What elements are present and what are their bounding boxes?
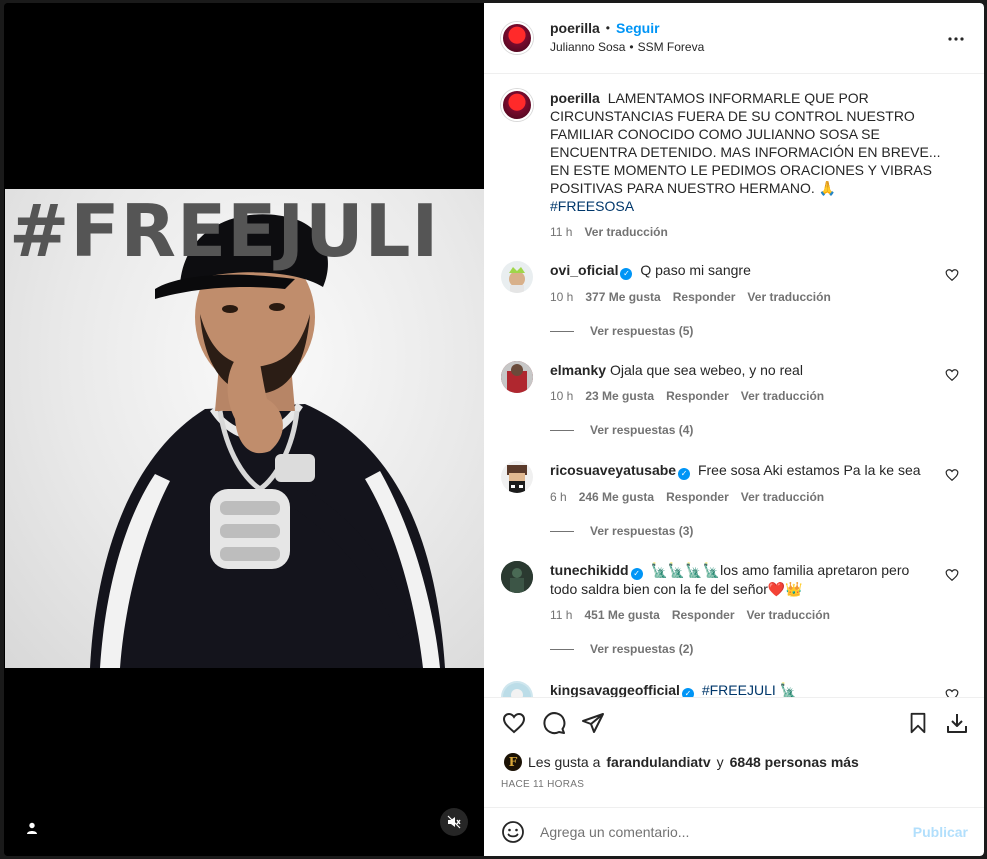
- comment-item: ricosuaveyatusabe ✓ Free sosa Aki estamos…: [501, 461, 971, 538]
- comment-username[interactable]: elmanky: [550, 362, 606, 378]
- media-panel: #FREEJULI: [4, 3, 484, 856]
- translate-link[interactable]: Ver traducción: [747, 606, 830, 624]
- reply-button[interactable]: Responder: [672, 606, 735, 624]
- likes-and: y: [716, 754, 724, 770]
- translate-link[interactable]: Ver traducción: [741, 387, 824, 405]
- comment-time[interactable]: 10 h: [550, 288, 573, 306]
- share-paper-plane-icon[interactable]: [580, 710, 606, 736]
- verified-badge-icon: ✓: [620, 268, 633, 280]
- reply-button[interactable]: Responder: [666, 387, 729, 405]
- replies-divider: [550, 330, 574, 332]
- comment-item: elmanky Ojala que sea webeo, y no real 1…: [501, 361, 971, 437]
- comment-bubble-icon[interactable]: [541, 710, 567, 736]
- comment-likes[interactable]: 377 Me gusta: [585, 288, 660, 306]
- comment-item: ovi_oficial ✓ Q paso mi sangre 10 h 377 M…: [501, 261, 971, 338]
- save-bookmark-icon[interactable]: [905, 710, 931, 736]
- comment-likes[interactable]: 451 Me gusta: [584, 606, 659, 624]
- reply-button[interactable]: Responder: [673, 288, 736, 306]
- translate-link[interactable]: Ver traducción: [747, 288, 830, 306]
- comment-text: Ojala que sea webeo, y no real: [609, 362, 803, 378]
- comment-item: tunechikidd ✓ 🗽🗽🗽🗽los amo familia apretar…: [501, 561, 971, 656]
- mute-audio-button[interactable]: [440, 808, 468, 836]
- liker-username[interactable]: farandulandiatv: [606, 754, 710, 770]
- comment-username[interactable]: tunechikidd: [550, 562, 629, 578]
- replies-divider: [550, 429, 574, 431]
- caption-text: LAMENTAMOS INFORMARLE QUE POR CIRCUNSTAN…: [550, 90, 941, 196]
- reply-button[interactable]: Responder: [666, 488, 729, 506]
- verified-badge-icon: ✓: [681, 688, 694, 697]
- download-icon[interactable]: [944, 710, 970, 736]
- post-caption: poerilla LAMENTAMOS INFORMARLE QUE POR C…: [501, 89, 971, 241]
- photo-hashtag-overlay: #FREEJULI: [9, 189, 440, 273]
- replies-divider: [550, 648, 574, 650]
- comment-time[interactable]: 6 h: [550, 488, 567, 506]
- add-comment-bar: Publicar: [484, 807, 984, 856]
- post-actions: F Les gusta a farandulandiatv y 6848 per…: [484, 697, 984, 807]
- like-comment-heart-icon[interactable]: [945, 568, 959, 582]
- comment-username[interactable]: kingsavaggeofficial: [550, 682, 680, 697]
- view-replies-button[interactable]: Ver respuestas (4): [550, 423, 971, 437]
- translate-link[interactable]: Ver traducción: [741, 488, 824, 506]
- comment-likes[interactable]: 23 Me gusta: [585, 387, 654, 405]
- post-photo[interactable]: #FREEJULI: [5, 189, 484, 668]
- comment-time[interactable]: 10 h: [550, 387, 573, 405]
- caption-username[interactable]: poerilla: [550, 90, 600, 106]
- comment-avatar[interactable]: [501, 261, 533, 293]
- comment-time[interactable]: 11 h: [550, 606, 572, 624]
- like-comment-heart-icon[interactable]: [945, 368, 959, 382]
- view-replies-button[interactable]: Ver respuestas (3): [550, 524, 971, 538]
- caption-translate-link[interactable]: Ver traducción: [584, 223, 667, 241]
- audio-song[interactable]: SSM Foreva: [638, 40, 705, 54]
- tagged-user-icon[interactable]: [22, 818, 42, 838]
- audio-artist[interactable]: Julianno Sosa: [550, 40, 625, 54]
- replies-divider: [550, 530, 574, 532]
- like-comment-heart-icon[interactable]: [945, 468, 959, 482]
- view-replies-label[interactable]: Ver respuestas (4): [590, 423, 693, 437]
- comment-likes[interactable]: 246 Me gusta: [579, 488, 654, 506]
- likes-others-count[interactable]: 6848 personas más: [730, 754, 859, 770]
- header-separator: •: [605, 21, 610, 35]
- view-replies-button[interactable]: Ver respuestas (5): [550, 324, 971, 338]
- like-comment-heart-icon[interactable]: [945, 268, 959, 282]
- comment-username[interactable]: ovi_oficial: [550, 262, 618, 278]
- comment-item: kingsavaggeofficial ✓ #FREEJULI 🗽: [501, 681, 971, 697]
- liker-avatar[interactable]: F: [504, 753, 522, 771]
- comment-text[interactable]: #FREEJULI 🗽: [702, 682, 797, 697]
- follow-button[interactable]: Seguir: [616, 20, 660, 36]
- caption-time[interactable]: 11 h: [550, 223, 572, 241]
- view-replies-label[interactable]: Ver respuestas (2): [590, 642, 693, 656]
- view-replies-button[interactable]: Ver respuestas (2): [550, 642, 971, 656]
- verified-badge-icon: ✓: [678, 468, 691, 480]
- comment-avatar[interactable]: [501, 461, 533, 493]
- audio-info[interactable]: Julianno Sosa • SSM Foreva: [550, 40, 704, 54]
- comment-input[interactable]: [540, 820, 900, 844]
- more-options-icon[interactable]: [944, 29, 968, 49]
- comment-avatar[interactable]: [501, 681, 533, 697]
- likes-summary[interactable]: F Les gusta a farandulandiatv y 6848 per…: [504, 753, 859, 771]
- comments-list[interactable]: poerilla LAMENTAMOS INFORMARLE QUE POR C…: [484, 75, 984, 697]
- post-timestamp[interactable]: HACE 11 HORAS: [501, 779, 584, 790]
- audio-separator: •: [629, 40, 634, 54]
- emoji-icon[interactable]: [501, 820, 525, 844]
- comment-avatar[interactable]: [501, 361, 533, 393]
- caption-hashtag[interactable]: #FREESOSA: [550, 197, 955, 215]
- comment-text: Q paso mi sangre: [640, 262, 751, 278]
- speaker-muted-icon: [447, 815, 461, 829]
- caption-avatar[interactable]: [501, 89, 533, 121]
- author-username[interactable]: poerilla: [550, 20, 600, 36]
- publish-button[interactable]: Publicar: [913, 824, 968, 840]
- like-comment-heart-icon[interactable]: [945, 688, 959, 697]
- comment-username[interactable]: ricosuaveyatusabe: [550, 462, 676, 478]
- like-heart-icon[interactable]: [501, 710, 527, 736]
- verified-badge-icon: ✓: [630, 568, 643, 580]
- comment-text: Free sosa Aki estamos Pa la ke sea: [697, 462, 921, 478]
- post-header: poerilla • Seguir Julianno Sosa • SSM Fo…: [484, 3, 984, 74]
- view-replies-label[interactable]: Ver respuestas (3): [590, 524, 693, 538]
- post-dialog: #FREEJULI poerilla • Seguir Julianno Sos…: [4, 3, 984, 856]
- comment-avatar[interactable]: [501, 561, 533, 593]
- likes-prefix: Les gusta a: [528, 754, 601, 770]
- post-details-panel: poerilla • Seguir Julianno Sosa • SSM Fo…: [484, 3, 984, 856]
- author-avatar[interactable]: [501, 22, 533, 54]
- view-replies-label[interactable]: Ver respuestas (5): [590, 324, 693, 338]
